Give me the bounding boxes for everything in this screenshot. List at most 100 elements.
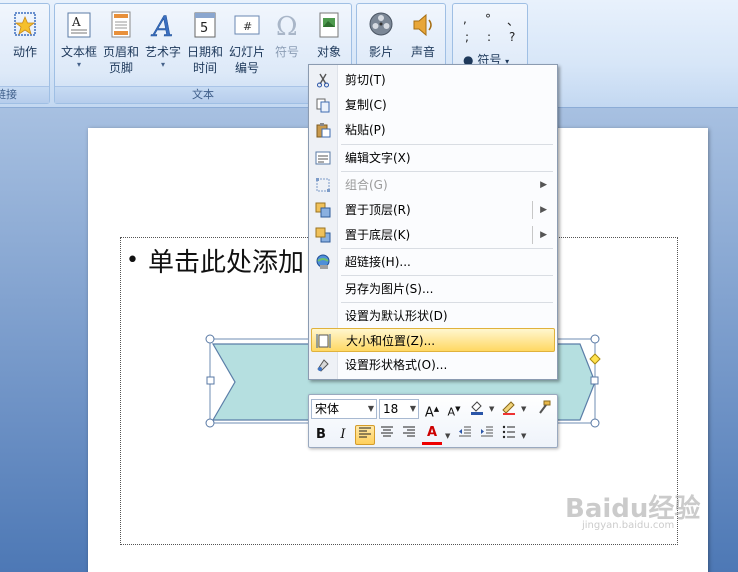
bold-button[interactable]: B bbox=[311, 425, 331, 445]
action-button[interactable]: 动作 bbox=[3, 10, 47, 60]
symbol-button[interactable]: Ω 符号 bbox=[269, 10, 305, 60]
symbol-char[interactable]: 、 bbox=[507, 12, 519, 29]
object-button[interactable]: 对象 bbox=[309, 10, 349, 60]
textbox-button[interactable]: A 文本框 ▾ bbox=[57, 10, 101, 70]
wordart-dropdown-icon[interactable]: ▾ bbox=[141, 60, 185, 70]
menu-split-divider bbox=[532, 226, 533, 244]
resize-handle bbox=[205, 418, 215, 428]
menu-separator bbox=[341, 248, 553, 249]
submenu-arrow-icon[interactable]: ▶ bbox=[540, 223, 547, 247]
header-footer-button[interactable]: 页眉和 页脚 bbox=[101, 10, 141, 76]
object-icon bbox=[314, 10, 344, 40]
align-left-button[interactable] bbox=[355, 425, 375, 445]
slide-number-icon: # bbox=[232, 10, 262, 40]
sound-label: 声音 bbox=[410, 45, 435, 59]
bullets-icon[interactable] bbox=[499, 425, 519, 445]
format-painter-icon[interactable] bbox=[534, 399, 554, 419]
chevron-down-icon[interactable]: ▼ bbox=[489, 405, 494, 413]
menu-item-label: 编辑文字(X) bbox=[345, 151, 411, 165]
svg-text:5: 5 bbox=[200, 21, 208, 36]
links-group-label: 链接 bbox=[0, 86, 49, 103]
text-group-label: 文本 bbox=[55, 86, 351, 103]
font-color-button[interactable]: A bbox=[422, 425, 442, 445]
symbol-char[interactable]: ° bbox=[485, 12, 491, 26]
menu-item-size-position[interactable]: 大小和位置(Z)... bbox=[311, 328, 555, 352]
menu-item-cut[interactable]: 剪切(T) bbox=[311, 68, 555, 92]
scissors-icon bbox=[315, 72, 331, 88]
resize-handle bbox=[205, 334, 215, 344]
adjust-handle bbox=[589, 353, 601, 365]
object-label: 对象 bbox=[316, 45, 341, 59]
bullet-text[interactable]: 单击此处添加 bbox=[148, 242, 304, 279]
menu-item-copy[interactable]: 复制(C) bbox=[311, 93, 555, 117]
symbol-char[interactable]: ; bbox=[465, 30, 469, 44]
film-reel-icon bbox=[366, 10, 396, 40]
italic-button[interactable]: I bbox=[333, 425, 353, 445]
shrink-font-icon[interactable]: A▼ bbox=[444, 399, 464, 419]
chevron-down-icon[interactable]: ▼ bbox=[521, 405, 526, 413]
chevron-down-icon: ▼ bbox=[409, 404, 416, 413]
submenu-arrow-icon: ▶ bbox=[540, 180, 547, 190]
chevron-down-icon[interactable]: ▼ bbox=[445, 432, 450, 440]
chevron-down-icon: ▼ bbox=[367, 404, 374, 413]
svg-text:Ω: Ω bbox=[276, 12, 298, 40]
fill-color-icon[interactable] bbox=[467, 399, 487, 419]
menu-separator bbox=[341, 275, 553, 276]
font-size-combo[interactable]: 18 ▼ bbox=[379, 399, 419, 419]
header-footer-label: 页眉和 页脚 bbox=[102, 45, 139, 75]
increase-indent-icon[interactable] bbox=[477, 425, 497, 445]
symbol-char[interactable]: , bbox=[463, 12, 467, 26]
wordart-button[interactable]: A 艺术字 ▾ bbox=[141, 10, 185, 70]
slide-number-button[interactable]: # 幻灯片 编号 bbox=[225, 10, 269, 76]
resize-handle bbox=[206, 376, 215, 385]
menu-item-group[interactable]: 组合(G) ▶ bbox=[311, 173, 555, 197]
menu-item-label: 粘贴(P) bbox=[345, 123, 386, 137]
edit-text-icon bbox=[315, 150, 331, 166]
textbox-icon: A bbox=[64, 10, 94, 40]
links-group: 动作 链接 bbox=[0, 3, 50, 104]
group-icon bbox=[315, 177, 331, 193]
menu-item-set-default-shape[interactable]: 设置为默认形状(D) bbox=[311, 304, 555, 328]
font-size-value: 18 bbox=[383, 402, 399, 416]
header-footer-icon bbox=[106, 10, 136, 40]
menu-item-label: 置于底层(K) bbox=[345, 228, 411, 242]
menu-item-paste[interactable]: 粘贴(P) bbox=[311, 118, 555, 142]
menu-item-bring-to-front[interactable]: 置于顶层(R) ▶ bbox=[311, 198, 555, 222]
font-name-combo[interactable]: 宋体 ▼ bbox=[311, 399, 377, 419]
menu-item-hyperlink[interactable]: 超链接(H)... bbox=[311, 250, 555, 274]
format-shape-icon bbox=[315, 357, 331, 373]
align-right-button[interactable] bbox=[399, 425, 419, 445]
mini-toolbar: 宋体 ▼ 18 ▼ A▲ A▼ ▼ ▼ B I A ▼ ▼ bbox=[308, 394, 558, 448]
menu-item-label: 组合(G) bbox=[345, 178, 388, 192]
grow-font-icon[interactable]: A▲ bbox=[422, 399, 442, 420]
wordart-icon: A bbox=[148, 10, 178, 40]
menu-item-label: 超链接(H)... bbox=[345, 255, 411, 269]
symbol-char[interactable]: : bbox=[487, 30, 491, 44]
menu-item-format-shape[interactable]: 设置形状格式(O)... bbox=[311, 353, 555, 377]
menu-item-label: 剪切(T) bbox=[345, 73, 386, 87]
menu-item-edit-text[interactable]: 编辑文字(X) bbox=[311, 146, 555, 170]
hyperlink-icon bbox=[315, 254, 331, 270]
resize-handle bbox=[590, 418, 600, 428]
bullet-marker: • bbox=[126, 248, 139, 273]
menu-item-label: 设置形状格式(O)... bbox=[345, 358, 448, 372]
chevron-down-icon[interactable]: ▼ bbox=[521, 432, 526, 440]
movie-button[interactable]: 影片 bbox=[361, 10, 401, 60]
svg-text:A: A bbox=[71, 15, 81, 29]
menu-separator bbox=[341, 302, 553, 303]
menu-item-save-as-picture[interactable]: 另存为图片(S)... bbox=[311, 277, 555, 301]
symbol-char[interactable]: ? bbox=[509, 30, 515, 44]
calendar-icon: 5 bbox=[190, 10, 220, 40]
menu-item-send-to-back[interactable]: 置于底层(K) ▶ bbox=[311, 223, 555, 247]
line-color-icon[interactable] bbox=[499, 399, 519, 419]
textbox-dropdown-icon[interactable]: ▾ bbox=[57, 60, 101, 70]
submenu-arrow-icon[interactable]: ▶ bbox=[540, 198, 547, 222]
resize-handle bbox=[590, 334, 600, 344]
menu-item-label: 置于顶层(R) bbox=[345, 203, 411, 217]
menu-separator bbox=[341, 171, 553, 172]
align-center-button[interactable] bbox=[377, 425, 397, 445]
datetime-button[interactable]: 5 日期和 时间 bbox=[185, 10, 225, 76]
action-label: 动作 bbox=[12, 45, 37, 59]
decrease-indent-icon[interactable] bbox=[455, 425, 475, 445]
sound-button[interactable]: 声音 bbox=[403, 10, 443, 60]
